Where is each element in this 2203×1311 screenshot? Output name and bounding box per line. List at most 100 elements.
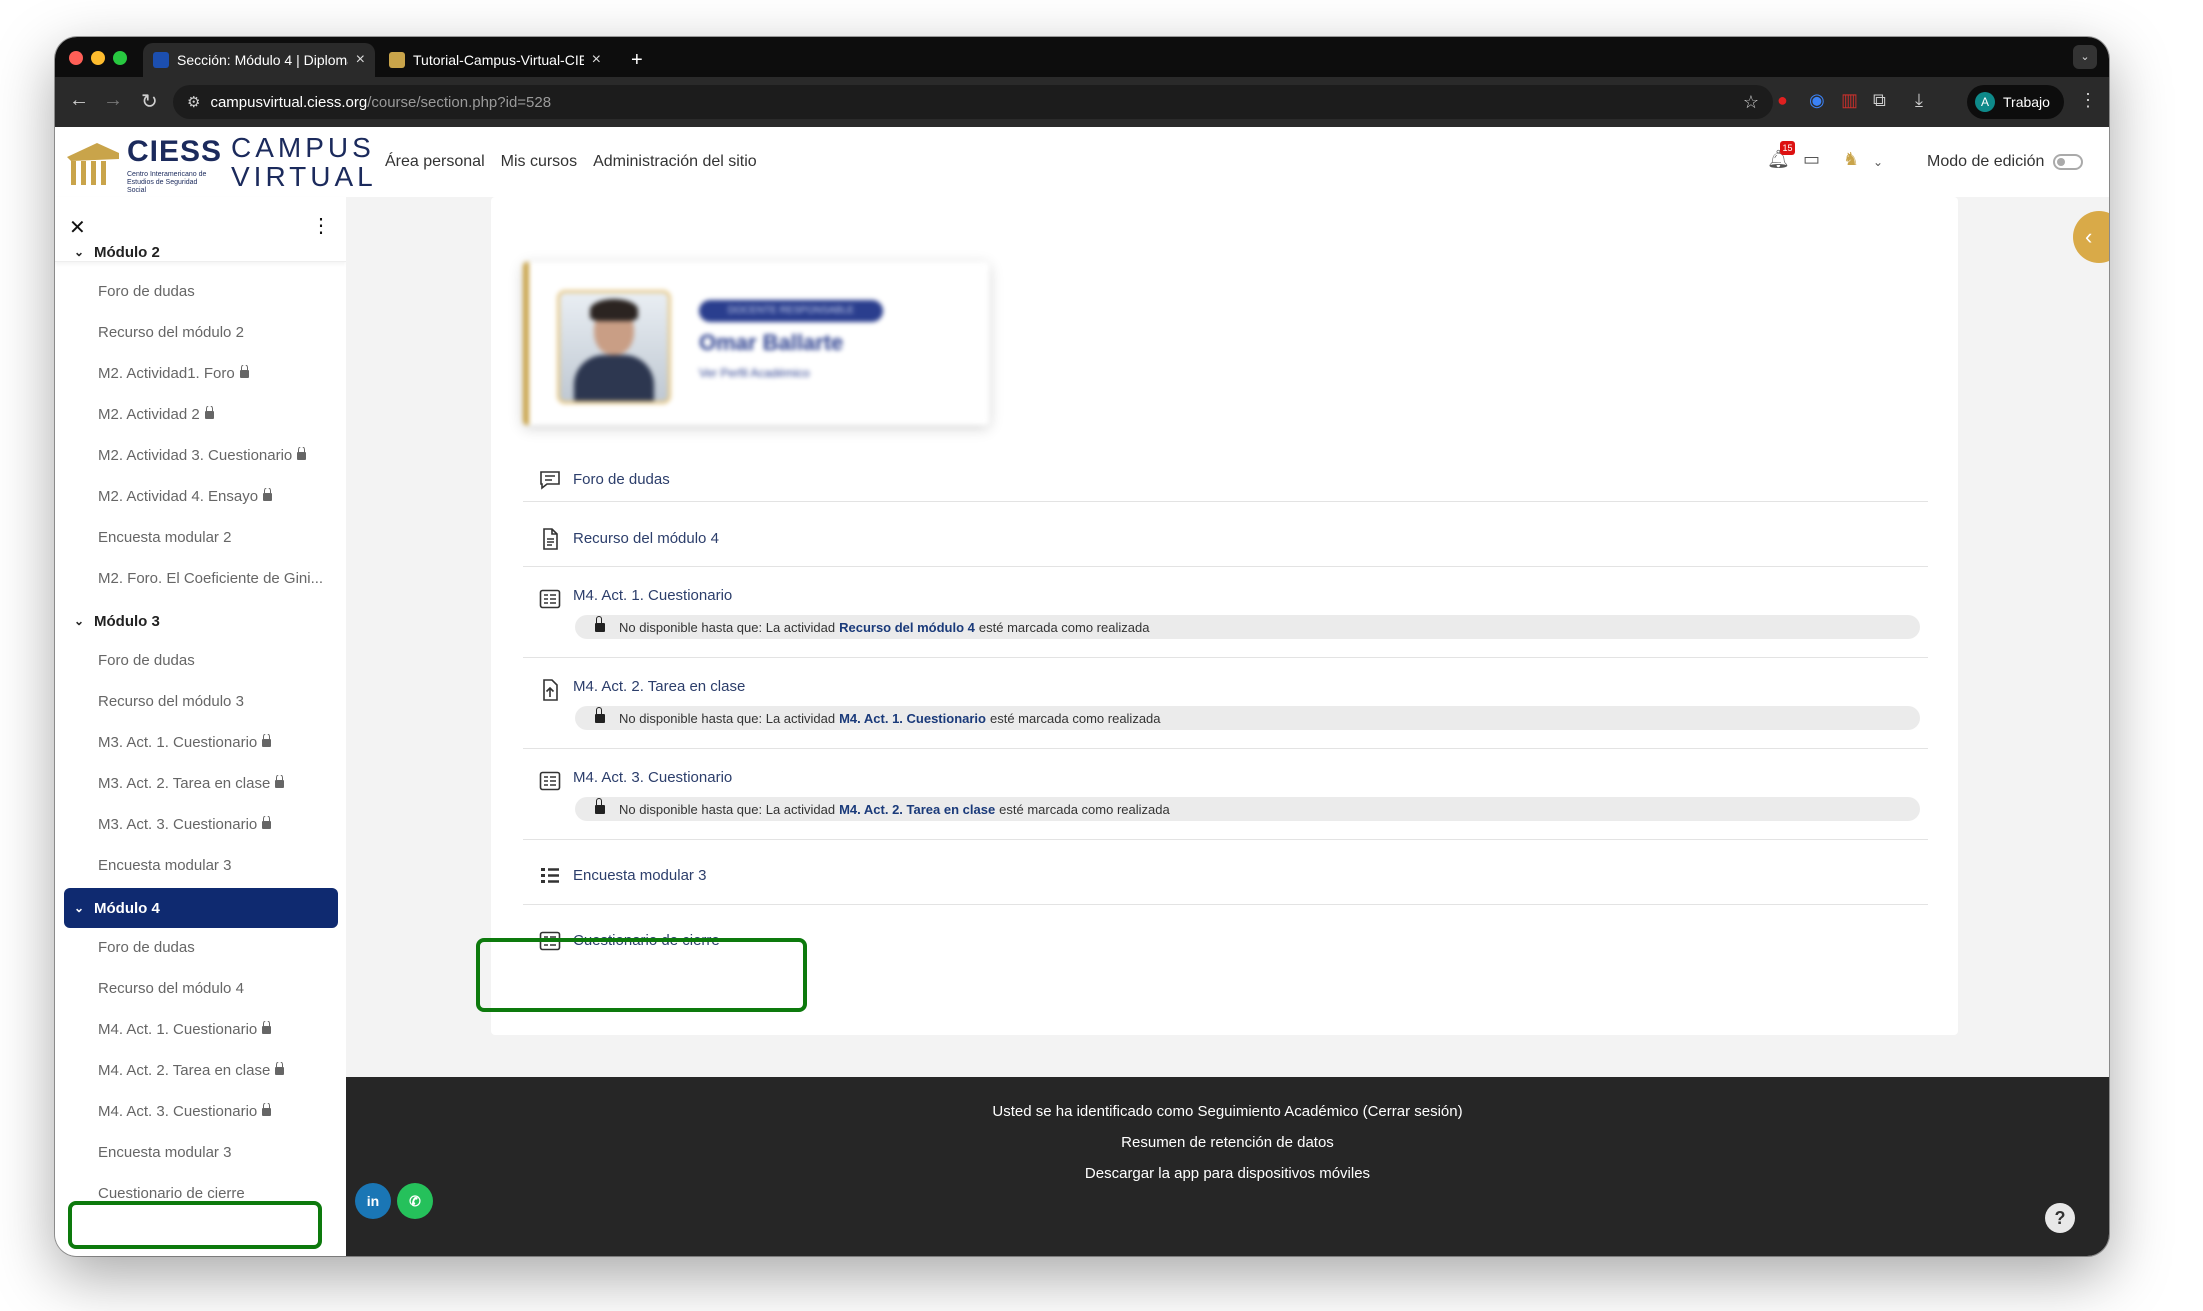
sidebar-item-label: M3. Act. 3. Cuestionario <box>98 816 258 833</box>
extension-icon[interactable]: ◉ <box>1809 90 1825 111</box>
minimize-window-button[interactable] <box>91 51 105 65</box>
profile-button[interactable]: A Trabajo <box>1967 85 2064 119</box>
close-tab-icon[interactable]: × <box>356 51 365 69</box>
sidebar-item-label: Recurso del módulo 4 <box>98 980 244 997</box>
bookmark-star-icon[interactable]: ☆ <box>1743 92 1759 113</box>
tab-title: Tutorial-Campus-Virtual-CIES <box>413 52 584 68</box>
browser-tab-active[interactable]: Sección: Módulo 4 | Diplomac × <box>143 43 375 77</box>
tab-search-icon[interactable]: ⌄ <box>2073 45 2097 69</box>
sidebar-item[interactable]: Foro de dudas <box>98 939 330 956</box>
activity-link[interactable]: M4. Act. 1. Cuestionario <box>573 587 732 604</box>
chevron-down-icon[interactable]: ⌄ <box>64 614 94 628</box>
sidebar-item[interactable]: M2. Actividad1. Foro <box>98 365 330 382</box>
edit-mode-toggle[interactable] <box>2053 154 2083 170</box>
close-window-button[interactable] <box>69 51 83 65</box>
sidebar-item[interactable]: M4. Act. 2. Tarea en clase <box>98 1062 330 1079</box>
close-tab-icon[interactable]: × <box>592 51 601 69</box>
sidebar-item[interactable]: Foro de dudas <box>98 652 330 669</box>
sidebar-item[interactable]: M3. Act. 3. Cuestionario <box>98 816 330 833</box>
maximize-window-button[interactable] <box>113 51 127 65</box>
sidebar-section-modulo-2[interactable]: ⌄ Módulo 2 <box>64 232 338 272</box>
data-retention-link[interactable]: Resumen de retención de datos <box>346 1134 2109 1151</box>
lock-icon <box>275 775 285 788</box>
sidebar-item[interactable]: Recurso del módulo 3 <box>98 693 330 710</box>
teacher-profile-link[interactable]: Ver Perfil Académico <box>699 366 810 380</box>
help-button[interactable]: ? <box>2045 1203 2075 1233</box>
sidebar-item[interactable]: Cuestionario de cierre <box>98 1185 330 1202</box>
sidebar-item[interactable]: Recurso del módulo 4 <box>98 980 330 997</box>
whatsapp-icon[interactable]: ✆ <box>397 1183 433 1219</box>
mobile-app-link[interactable]: Descargar la app para dispositivos móvil… <box>346 1165 2109 1182</box>
linkedin-icon[interactable]: in <box>355 1183 391 1219</box>
lock-icon <box>595 615 605 632</box>
ciess-favicon-icon <box>153 52 169 68</box>
messages-icon[interactable]: ▭ <box>1803 149 1820 170</box>
extensions-puzzle-icon[interactable]: ⧉ <box>1873 90 1886 111</box>
profile-avatar: A <box>1975 92 1995 112</box>
browser-menu-icon[interactable]: ⋮ <box>2079 90 2097 111</box>
restriction-activity-link[interactable]: Recurso del módulo 4 <box>839 620 975 635</box>
nav-mis-cursos[interactable]: Mis cursos <box>501 153 577 171</box>
tab-title: Sección: Módulo 4 | Diplomac <box>177 52 348 68</box>
sidebar-item[interactable]: M4. Act. 3. Cuestionario <box>98 1103 330 1120</box>
ciess-logo[interactable]: CIESS Centro Interamericano de Estudios … <box>63 133 221 194</box>
lock-icon <box>262 816 272 829</box>
forward-icon[interactable]: → <box>103 89 123 112</box>
download-icon[interactable]: ⤓ <box>1915 90 1923 111</box>
teacher-role: DOCENTE RESPONSABLE <box>727 305 855 316</box>
sidebar-item[interactable]: Encuesta modular 3 <box>98 857 330 874</box>
sidebar-item-label: Foro de dudas <box>98 939 195 956</box>
sidebar-section-modulo-4[interactable]: ⌄ Módulo 4 <box>64 888 338 928</box>
nav-administracion[interactable]: Administración del sitio <box>593 153 757 171</box>
file-icon <box>539 528 561 550</box>
sidebar-item[interactable]: M4. Act. 1. Cuestionario <box>98 1021 330 1038</box>
logged-in-text[interactable]: Usted se ha identificado como Seguimient… <box>346 1103 2109 1120</box>
back-icon[interactable]: ← <box>69 89 89 112</box>
sidebar-item[interactable]: M3. Act. 2. Tarea en clase <box>98 775 330 792</box>
sidebar-section-modulo-3[interactable]: ⌄ Módulo 3 <box>64 601 338 641</box>
sidebar-item[interactable]: Encuesta modular 2 <box>98 529 330 546</box>
sidebar-item[interactable]: M3. Act. 1. Cuestionario <box>98 734 330 751</box>
record-extension-icon[interactable]: ● <box>1777 90 1788 111</box>
nav-area-personal[interactable]: Área personal <box>385 153 485 171</box>
activity-link[interactable]: Encuesta modular 3 <box>573 867 706 884</box>
activity-link[interactable]: M4. Act. 3. Cuestionario <box>573 769 732 786</box>
lock-icon <box>595 706 605 723</box>
lock-icon <box>262 1021 272 1034</box>
activity-link[interactable]: M4. Act. 2. Tarea en clase <box>573 678 745 695</box>
sidebar-item-label: Recurso del módulo 3 <box>98 693 244 710</box>
chevron-down-icon[interactable]: ⌄ <box>64 901 94 915</box>
lock-icon <box>239 365 249 378</box>
url-path: /course/section.php?id=528 <box>367 93 552 111</box>
reload-icon[interactable]: ↻ <box>141 89 158 114</box>
extension-icon[interactable]: ▥ <box>1841 90 1858 111</box>
activity-link[interactable]: Recurso del módulo 4 <box>573 530 719 547</box>
new-tab-button[interactable]: + <box>621 43 651 77</box>
sidebar-item[interactable]: M2. Actividad 3. Cuestionario <box>98 447 330 464</box>
site-info-icon[interactable]: ⚙ <box>187 93 200 111</box>
sidebar-item[interactable]: Encuesta modular 3 <box>98 1144 330 1161</box>
sidebar-item[interactable]: M2. Foro. El Coeficiente de Gini... <box>98 570 330 587</box>
sidebar-item[interactable]: Recurso del módulo 2 <box>98 324 330 341</box>
lock-icon <box>262 734 272 747</box>
user-avatar[interactable]: ♞ <box>1843 149 1859 170</box>
logo-text: CIESS <box>127 135 223 168</box>
browser-tab[interactable]: Tutorial-Campus-Virtual-CIES × <box>379 43 611 77</box>
lock-icon <box>262 1103 272 1116</box>
activity-row: Recurso del módulo 4 <box>523 501 1928 567</box>
sidebar-item[interactable]: M2. Actividad 2 <box>98 406 330 423</box>
user-menu-chevron-icon[interactable]: ⌄ <box>1873 155 1883 169</box>
sidebar-item[interactable]: M2. Actividad 4. Ensayo <box>98 488 330 505</box>
restriction-activity-link[interactable]: M4. Act. 2. Tarea en clase <box>839 802 995 817</box>
sidebar-item[interactable]: Foro de dudas <box>98 283 330 300</box>
activity-link[interactable]: Foro de dudas <box>573 471 670 488</box>
site-header: CIESS Centro Interamericano de Estudios … <box>55 127 2109 198</box>
url-field[interactable]: ⚙ campusvirtual.ciess.org/course/section… <box>173 85 1773 119</box>
ciess-emblem-icon <box>67 143 119 185</box>
restriction-prefix: No disponible hasta que: La actividad <box>619 710 836 726</box>
tutorial-favicon-icon <box>389 52 405 68</box>
chevron-down-icon[interactable]: ⌄ <box>64 245 94 259</box>
teacher-card: DOCENTE RESPONSABLE Omar Ballarte Ver Pe… <box>523 262 989 425</box>
restriction-activity-link[interactable]: M4. Act. 1. Cuestionario <box>839 711 986 726</box>
campus-virtual-logo[interactable]: CAMPUS VIRTUAL <box>231 133 377 191</box>
